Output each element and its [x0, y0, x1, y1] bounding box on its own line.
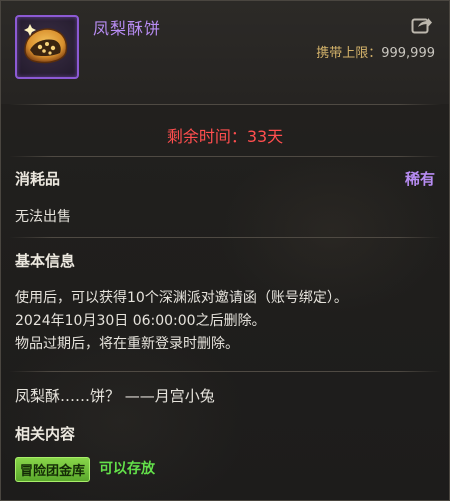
item-category: 消耗品	[15, 170, 61, 188]
basic-info-line: 物品过期后，将在重新登录时删除。	[15, 336, 239, 352]
item-icon-frame	[15, 15, 79, 79]
basic-info-body: 使用后，可以获得10个深渊派对邀请函（账号绑定）。 2024年10月30日 06…	[15, 287, 348, 356]
storable-status: 可以存放	[99, 461, 155, 477]
flavor-text: 凤梨酥……饼？ ——月宫小兔	[15, 387, 215, 405]
divider	[9, 156, 441, 157]
item-tooltip: 凤梨酥饼 携带上限：999,999 剩余时间：33天 消耗品 稀有 无法出售 基…	[0, 0, 450, 501]
related-heading: 相关内容	[15, 425, 76, 443]
divider	[9, 104, 441, 105]
tooltip-header: 凤梨酥饼 携带上限：999,999	[1, 1, 449, 104]
pineapple-cake-icon	[24, 24, 68, 64]
item-name: 凤梨酥饼	[93, 19, 162, 38]
divider	[9, 237, 441, 238]
carry-limit-value: 999,999	[381, 46, 435, 61]
carry-limit-label: 携带上限：	[316, 46, 382, 61]
item-rarity: 稀有	[404, 170, 435, 188]
basic-info-line: 使用后，可以获得10个深渊派对邀请函（账号绑定）。	[15, 290, 348, 306]
adventure-guild-vault-tag[interactable]: 冒险团金库	[15, 457, 91, 482]
basic-info-line: 2024年10月30日 06:00:00之后删除。	[15, 313, 266, 329]
share-icon[interactable]	[411, 15, 433, 35]
basic-info-heading: 基本信息	[15, 252, 76, 270]
sell-status: 无法出售	[15, 209, 71, 225]
carry-limit: 携带上限：999,999	[316, 42, 435, 61]
remaining-time: 剩余时间：33天	[166, 127, 284, 146]
divider	[9, 371, 441, 372]
